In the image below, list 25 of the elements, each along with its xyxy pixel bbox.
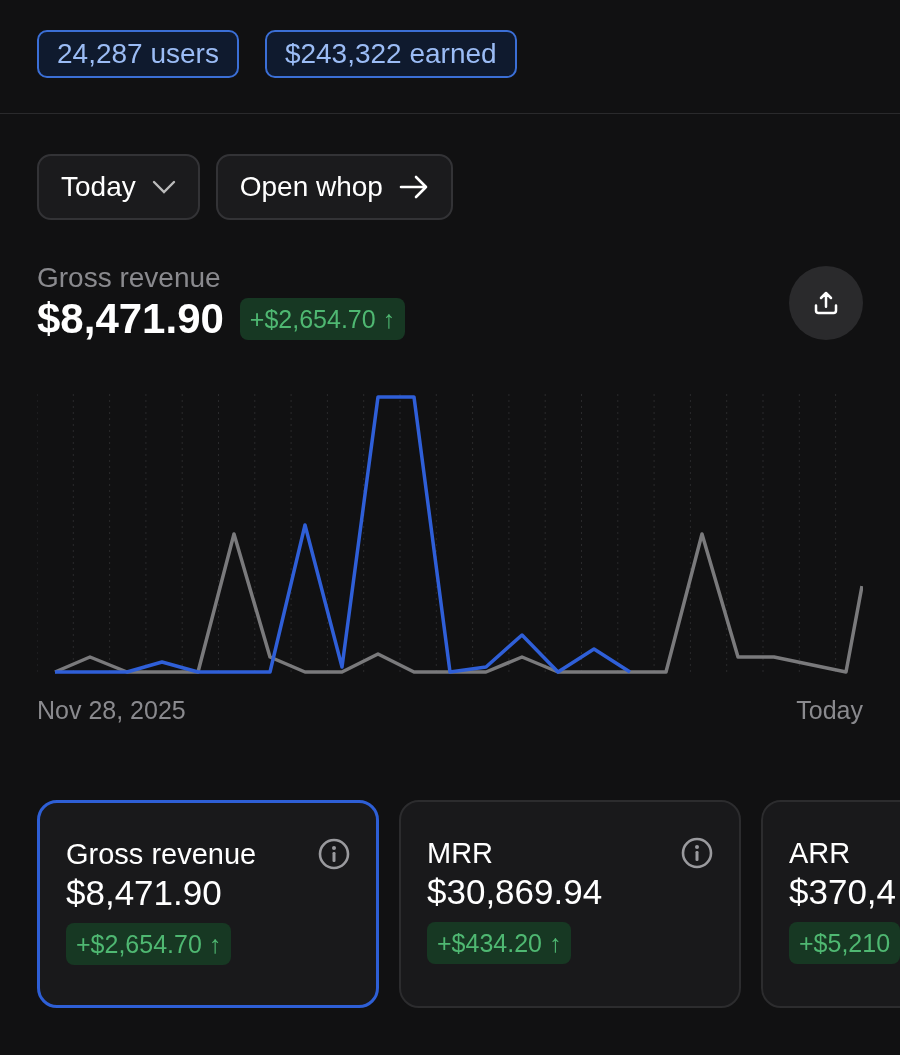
change-badge: +$434.20 ↑ [427,921,572,964]
card-value: $370,4 [789,870,898,913]
card-title: Gross revenue [66,836,257,871]
start-date-label: Nov 28, 2025 [37,695,186,726]
card-value: $30,869.94 [427,870,604,913]
metric-card[interactable]: Gross revenue $8,471.90 +$2,654.70 ↑ [37,799,379,1008]
arrow-right-icon [398,175,429,199]
chevron-down-icon [151,180,176,194]
change-badge: +$5,210 [789,921,900,964]
period-dropdown[interactable]: Today [37,154,200,220]
stat-badge: 24,287 users [37,30,239,78]
card-value: $8,471.90 [66,871,223,914]
end-date-label: Today [796,695,863,726]
open-link-button[interactable]: Open whop [215,154,453,220]
metric-label: Gross revenue [37,262,222,294]
metric-card[interactable]: MRR $30,869.94 +$434.20 ↑ [399,799,741,1008]
info-icon[interactable] [318,837,350,870]
card-title: MRR [427,835,494,870]
change-badge: +$2,654.70 ↑ [239,298,406,340]
card-title: ARR [789,835,851,870]
change-badge: +$2,654.70 ↑ [66,922,232,965]
stat-badge: $243,322 earned [264,30,517,78]
info-icon[interactable] [681,836,713,869]
metric-value: $8,471.90 [37,294,224,344]
metric-card[interactable]: ARR $370,4 +$5,210 [761,799,900,1008]
